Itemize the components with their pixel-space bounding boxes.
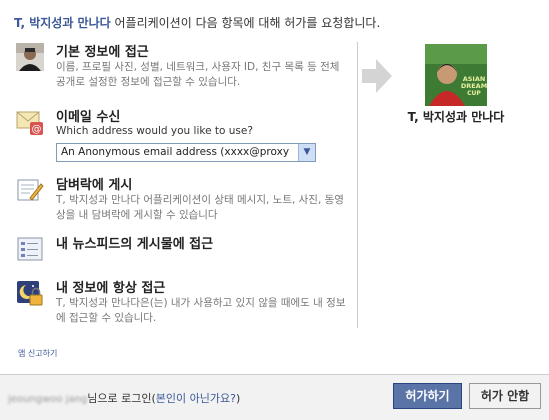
column-divider [357, 42, 358, 328]
app-profile-picture: ASIAN DREAM CUP [425, 44, 487, 106]
request-text: 어플리케이션이 다음 항목에 대해 허가를 요청합니다. [110, 16, 381, 30]
permission-description: 이름, 프로필 사진, 성별, 네트워크, 사용자 ID, 친구 목록 등 전체… [56, 61, 340, 88]
permission-title: 담벼락에 게시 [56, 178, 133, 193]
allow-button[interactable]: 허가하기 [393, 383, 462, 409]
arrow-right-icon [362, 57, 392, 95]
logged-in-as-text: jeoungwoo jang님으로 로그인(본인이 아닌가요?) [8, 390, 240, 406]
email-address-select[interactable]: An Anonymous email address (xxxx@proxy ▼ [56, 143, 316, 162]
app-name: T, 박지성과 만나다 [14, 16, 111, 30]
picture-caption-line: CUP [467, 90, 481, 97]
not-you-link[interactable]: 본인이 아닌가요? [156, 392, 236, 405]
email-select-value: An Anonymous email address (xxxx@proxy [61, 146, 290, 158]
permission-read-stream: 내 뉴스피드의 게시물에 접근 [16, 233, 346, 268]
report-app-link[interactable]: 앱 신고하기 [18, 348, 57, 359]
news-feed-icon [16, 235, 44, 263]
dialog-footer: jeoungwoo jang님으로 로그인(본인이 아닌가요?) 허가하기 허가… [0, 374, 549, 420]
permission-request-header: T, 박지성과 만나다 어플리케이션이 다음 항목에 대해 허가를 요청합니다. [14, 15, 539, 31]
deny-button[interactable]: 허가 안함 [469, 383, 541, 409]
login-suffix: 님으로 로그인( [87, 392, 156, 405]
permission-description: T, 박지성과 만나다 어플리케이션이 상태 메시지, 노트, 사진, 동영상을… [56, 194, 344, 221]
wall-post-icon [16, 176, 44, 204]
app-profile-name: T, 박지성과 만나다 [407, 110, 505, 124]
email-address-prompt: Which address would you like to use? [56, 125, 253, 137]
permission-title: 이메일 수신 [56, 110, 121, 125]
permission-email: @ 이메일 수신 Which address would you like to… [16, 106, 346, 166]
permission-title: 내 뉴스피드의 게시물에 접근 [56, 237, 214, 252]
close-paren: ) [235, 392, 241, 405]
email-icon: @ [16, 108, 44, 136]
permission-basic-info: 기본 정보에 접근 이름, 프로필 사진, 성별, 네트워크, 사용자 ID, … [16, 41, 346, 101]
permission-offline-access: 내 정보에 항상 접근 T, 박지성과 만나다은(는) 내가 사용하고 있지 않… [16, 277, 346, 332]
permission-title: 기본 정보에 접근 [56, 45, 149, 60]
user-photo-icon [16, 43, 44, 71]
permission-description: T, 박지성과 만나다은(는) 내가 사용하고 있지 않을 때에도 내 정보에 … [56, 297, 346, 324]
user-name: jeoungwoo jang [8, 394, 88, 405]
svg-text:@: @ [32, 124, 42, 135]
chevron-down-icon[interactable]: ▼ [298, 144, 315, 161]
permission-publish-stream: 담벼락에 게시 T, 박지성과 만나다 어플리케이션이 상태 메시지, 노트, … [16, 174, 346, 229]
permission-title: 내 정보에 항상 접근 [56, 281, 166, 296]
offline-access-icon [16, 279, 44, 307]
picture-caption-line: DREAM [461, 82, 487, 90]
